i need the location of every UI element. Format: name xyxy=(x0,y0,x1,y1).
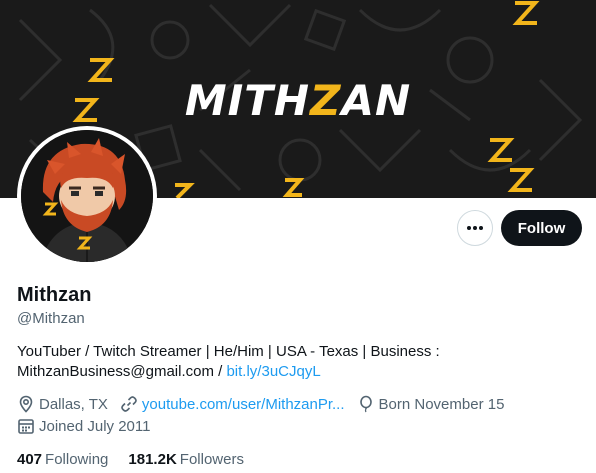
follow-counts: 407 Following 181.2K Followers xyxy=(17,451,264,468)
follow-button[interactable]: Follow xyxy=(501,210,582,246)
followers-link[interactable]: 181.2K Followers xyxy=(128,451,244,468)
location-item: Dallas, TX xyxy=(17,395,108,413)
balloon-icon xyxy=(359,395,372,413)
following-label: Following xyxy=(45,451,109,468)
ellipsis-icon xyxy=(467,226,483,230)
followers-label: Followers xyxy=(179,451,244,468)
profile-meta-row: Dallas, TX youtube.com/user/MithzanPr...… xyxy=(17,395,516,413)
banner-logo-text: MITHZAN xyxy=(184,76,412,125)
joined-item: Joined July 2011 xyxy=(17,417,150,435)
following-count: 407 xyxy=(17,451,43,468)
birthday-text: Born November 15 xyxy=(378,395,505,413)
birthday-item: Born November 15 xyxy=(357,395,505,413)
more-options-button[interactable] xyxy=(457,210,493,246)
website-link[interactable]: youtube.com/user/MithzanPr... xyxy=(142,396,345,413)
user-handle: @Mithzan xyxy=(17,310,85,327)
avatar[interactable] xyxy=(17,126,157,266)
location-text: Dallas, TX xyxy=(39,395,108,413)
profile-meta-row-2: Joined July 2011 xyxy=(17,417,162,435)
bio-link[interactable]: bit.ly/3uCJqyL xyxy=(226,363,320,380)
website-item[interactable]: youtube.com/user/MithzanPr... xyxy=(120,395,345,413)
joined-text: Joined July 2011 xyxy=(39,417,151,435)
display-name: Mithzan xyxy=(17,284,92,306)
followers-count: 181.2K xyxy=(128,451,177,468)
location-pin-icon xyxy=(19,395,33,413)
calendar-icon xyxy=(18,419,34,434)
link-icon xyxy=(121,396,137,412)
avatar-image xyxy=(21,130,153,262)
profile-bio: YouTuber / Twitch Streamer | He/Him | US… xyxy=(17,342,577,382)
following-link[interactable]: 407 Following xyxy=(17,451,108,468)
